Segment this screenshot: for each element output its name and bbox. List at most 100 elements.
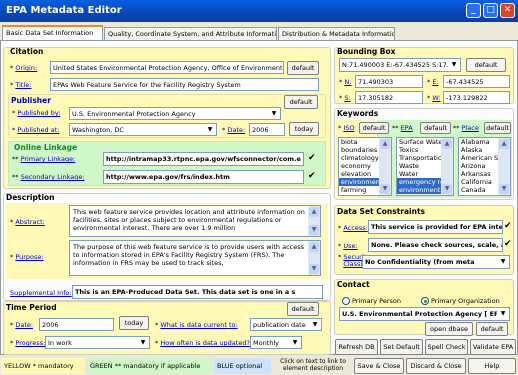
epa-keyword-list[interactable]: Surface Wate Toxics Transportatic Waste Wate… [396,137,454,196]
supplemental-info-field[interactable]: This is an EPA-Produced Data Set. This d… [72,285,323,299]
scroll-down-icon[interactable]: ▼ [442,184,452,194]
pub-date-field[interactable]: 2006 [249,123,285,136]
update-frequency-label[interactable]: * How often is data updated? [155,339,250,347]
east-field[interactable]: -67.434525 [443,75,510,88]
discard-close-button[interactable]: Discard & Close [406,358,466,374]
primary-person-label: Primary Person [352,297,402,305]
origin-default-button[interactable]: default [287,61,319,75]
pub-today-button[interactable]: today [289,122,319,136]
scroll-down-icon[interactable]: ▼ [499,184,509,194]
scrollbar[interactable]: ▲ ▼ [308,206,320,236]
chevron-down-icon[interactable]: ▼ [204,124,216,135]
use-field[interactable]: None. Please check sources, scale, a [368,238,503,252]
epa-default-button[interactable]: default [420,122,451,134]
chevron-down-icon[interactable]: ▼ [497,308,509,319]
west-field[interactable]: -173.129822 [443,91,510,104]
scrollbar[interactable]: ▲ ▼ [308,241,320,275]
origin-label[interactable]: * Origin: [10,64,37,72]
current-to-label[interactable]: * What is data current to: [155,321,238,329]
bbox-select[interactable]: N:71.490003 E:-67.434525 S:17.305 ▼ [339,58,461,72]
save-close-button[interactable]: Save & Close [354,358,404,374]
chevron-down-icon[interactable]: ▼ [137,337,149,348]
iso-keyword-list[interactable]: biota boundaries climatologyM economy elevat… [338,137,392,196]
scroll-down-icon[interactable]: ▼ [309,225,319,235]
scroll-up-icon[interactable]: ▲ [499,139,509,149]
current-to-select[interactable]: publication date ▼ [250,318,322,331]
scrollbar[interactable]: ▲ ▼ [379,138,391,195]
scroll-down-icon[interactable]: ▼ [380,184,390,194]
pub-date-label[interactable]: * Date: [222,126,245,134]
set-default-button[interactable]: Set Default [380,339,423,355]
primary-organization-radio[interactable] [421,297,429,305]
abstract-label[interactable]: * Abstract: [10,218,45,226]
scrollbar[interactable]: ▲ ▼ [441,138,453,195]
citation-label: Citation [10,47,44,56]
tab-basic-info[interactable]: Basic Data Set Information [2,25,103,41]
purpose-textarea[interactable]: The purpose of this web feature service … [69,240,321,276]
origin-field[interactable]: United States Environmental Protection A… [50,61,284,74]
access-label[interactable]: * Access: [338,224,368,232]
west-label[interactable]: * W: [427,94,441,102]
access-field[interactable]: This service is provided for EPA inter [368,220,503,234]
scroll-up-icon[interactable]: ▲ [309,242,319,252]
iso-label[interactable]: * ISO [338,124,355,132]
contact-org-select[interactable]: U.S. Environmental Protection Agency [ E… [339,307,510,321]
maximize-icon[interactable]: □ [483,3,498,18]
place-default-button[interactable]: default [484,122,511,134]
east-label[interactable]: * E: [427,78,439,86]
secondary-linkage-field[interactable]: http://www.epa.gov/frs/index.htm [103,170,304,184]
help-button[interactable]: Help [468,358,516,374]
close-icon[interactable]: ✕ [500,3,515,18]
update-frequency-select[interactable]: Monthly ▼ [250,336,302,349]
primary-person-radio[interactable] [342,297,350,305]
tab-distribution[interactable]: Distribution & Metadata Information [278,27,395,41]
place-keyword-list[interactable]: Alabama Alaska American San Arizona Arkansas… [458,137,511,196]
north-label[interactable]: * N: [339,78,351,86]
epa-label[interactable]: ** EPA [392,124,413,132]
progress-select[interactable]: In work ▼ [45,336,150,349]
scroll-down-icon[interactable]: ▼ [309,264,319,274]
supplemental-info-label[interactable]: Supplemental Info: [10,289,72,297]
secondary-linkage-label[interactable]: ** Secondary Linkage: [12,173,85,181]
security-select[interactable]: No Confidentiality (from meta ▼ [362,255,510,269]
scroll-up-icon[interactable]: ▲ [442,139,452,149]
scroll-up-icon[interactable]: ▲ [309,207,319,217]
published-by-select[interactable]: U.S. Environmental Protection Agency ▼ [69,107,281,120]
chevron-down-icon[interactable]: ▼ [448,59,460,70]
published-at-label[interactable]: * Published at: [12,126,59,134]
time-date-label[interactable]: * Date: [10,321,33,329]
published-by-label[interactable]: * Published by: [12,109,60,117]
validate-epa-button[interactable]: Validate EPA [470,339,516,355]
use-label[interactable]: * Use: [338,242,358,250]
chevron-down-icon[interactable]: ▼ [309,319,321,330]
publisher-default-button[interactable]: default [284,95,318,109]
spell-check-button[interactable]: Spell Check [425,339,468,355]
time-default-button[interactable]: default [287,302,319,316]
scroll-up-icon[interactable]: ▲ [380,139,390,149]
published-at-select[interactable]: Washington, DC ▼ [69,123,217,136]
place-label[interactable]: ** Place [453,124,479,132]
chevron-down-icon[interactable]: ▼ [497,256,509,267]
chevron-down-icon[interactable]: ▼ [268,108,280,119]
minimize-icon[interactable]: _ [466,3,481,18]
purpose-label[interactable]: * Purpose: [10,253,44,261]
title-label[interactable]: * Title: [10,81,31,89]
title-field[interactable]: EPAs Web Feature Service for the Facilit… [50,78,319,91]
tab-quality[interactable]: Quality, Coordinate System, and Attribut… [104,27,277,41]
primary-linkage-label[interactable]: ** Primary Linkage: [12,155,75,163]
progress-label[interactable]: * Progress: [10,339,45,347]
time-today-button[interactable]: today [119,316,149,330]
open-dbase-button[interactable]: open dbase [425,322,473,336]
primary-linkage-field[interactable]: http://intramap33.rtpnc.epa.gov/wfsconne… [103,152,304,166]
south-field[interactable]: 17.305182 [355,91,423,104]
chevron-down-icon[interactable]: ▼ [289,337,301,348]
bbox-default-button[interactable]: default [466,58,506,72]
refresh-db-button[interactable]: Refresh DB [335,339,378,355]
abstract-textarea[interactable]: This web feature service provides locati… [69,205,321,237]
scrollbar[interactable]: ▲ ▼ [498,138,510,195]
time-date-field[interactable]: 2006 [39,318,114,331]
iso-default-button[interactable]: default [359,122,389,134]
south-label[interactable]: * S: [339,94,351,102]
contact-default-button[interactable]: default [476,322,508,336]
north-field[interactable]: 71.490303 [355,75,423,88]
